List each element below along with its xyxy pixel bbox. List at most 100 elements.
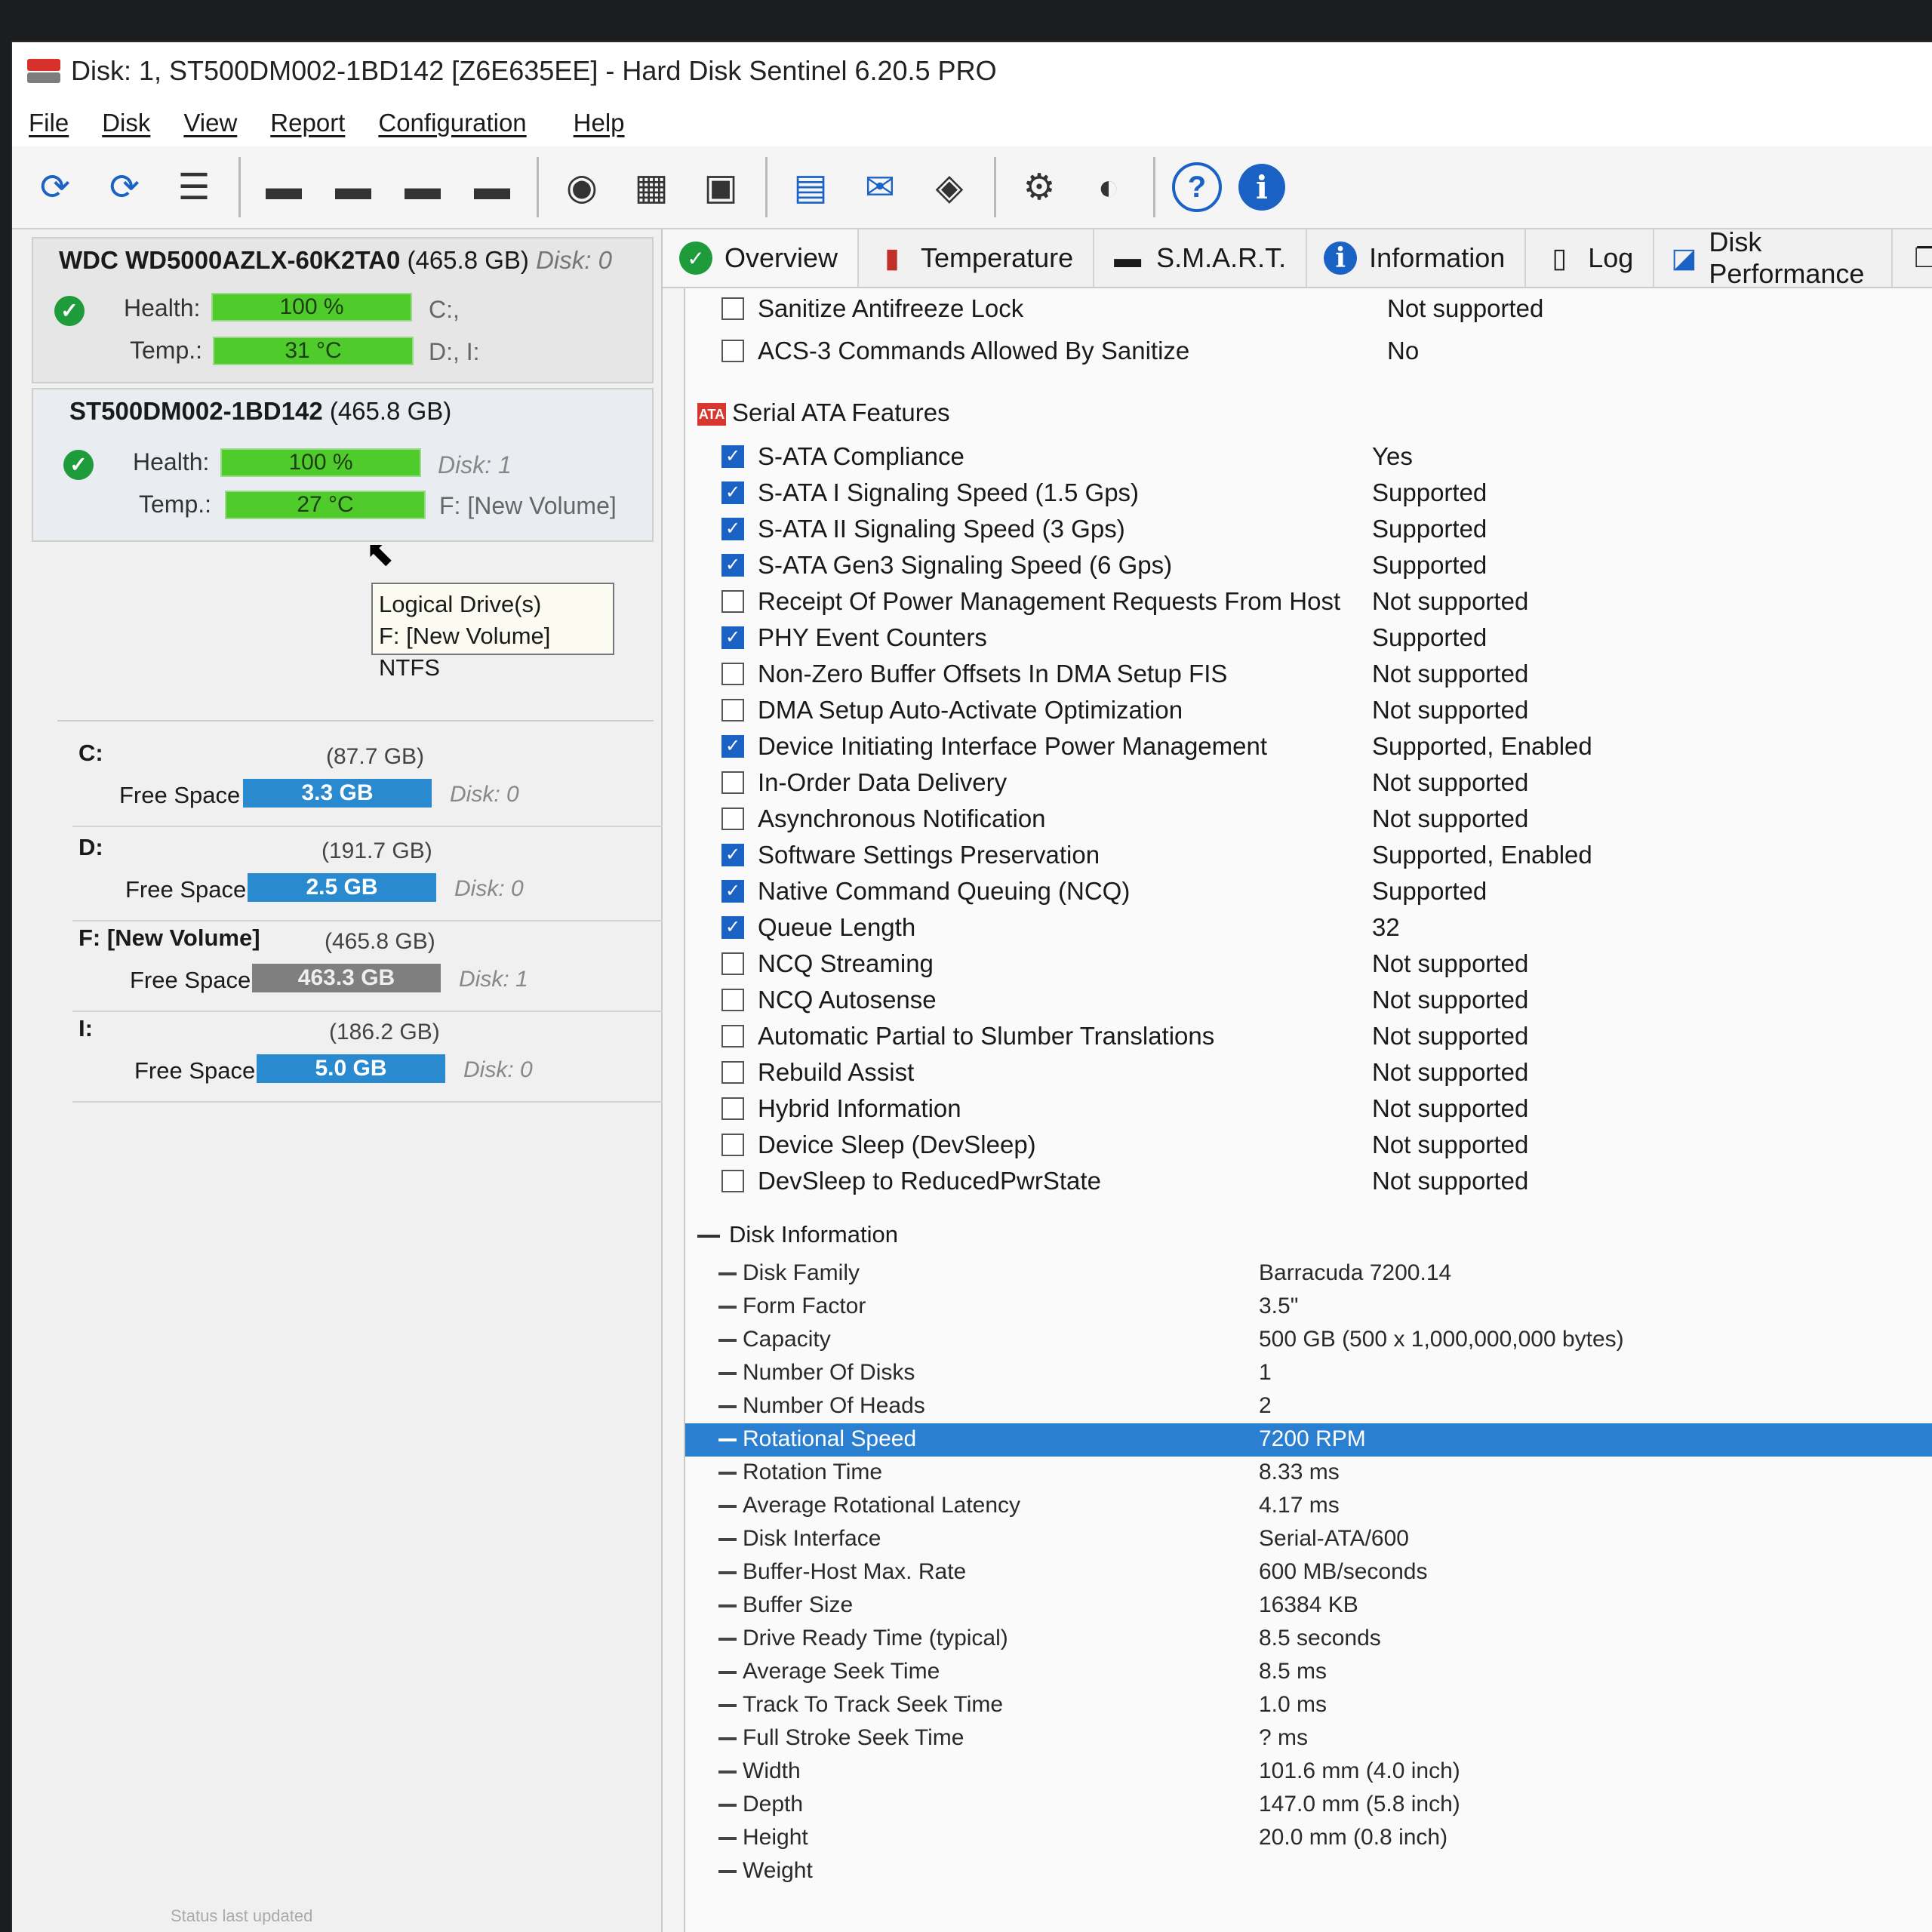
disk-list-icon[interactable]: ☰ [168,161,220,214]
disk-info-row[interactable]: Height 20.0 mm (0.8 inch) [685,1822,1932,1855]
checkbox-unchecked[interactable] [721,1134,744,1156]
disk-info-row[interactable]: Buffer Size 16384 KB [685,1589,1932,1623]
feature-row[interactable]: Rebuild Assist Not supported [685,1055,1932,1094]
sound-icon[interactable]: ◐ [1082,161,1135,214]
checkbox-unchecked[interactable] [721,989,744,1011]
feature-row[interactable]: Non-Zero Buffer Offsets In DMA Setup FIS… [685,657,1932,696]
feature-row[interactable]: ✓ S-ATA Compliance Yes [685,439,1932,478]
tab-overview[interactable]: ✓ Overview [663,229,860,287]
checkbox-unchecked[interactable] [721,1097,744,1120]
menu-file[interactable]: File [29,109,69,137]
tab-more[interactable]: ❐ [1893,229,1932,287]
volume-row-d[interactable]: D: (191.7 GB) Free Space 2.5 GB Disk: 0 [72,829,669,921]
disk-tools-icon[interactable]: ▬ [257,161,310,214]
feature-row[interactable]: In-Order Data Delivery Not supported [685,765,1932,804]
report-icon[interactable]: ▤ [784,161,837,214]
checkbox-unchecked[interactable] [721,590,744,613]
backup-icon[interactable]: ◉ [555,161,608,214]
checkbox-unchecked[interactable] [721,297,744,320]
disk-info-row[interactable]: Disk Interface Serial-ATA/600 [685,1523,1932,1556]
disk-info-row[interactable]: Rotation Time 8.33 ms [685,1457,1932,1490]
network-icon[interactable]: ▦ [625,161,678,214]
web-icon[interactable]: ◈ [923,161,976,214]
menu-help[interactable]: Help [574,109,625,137]
tab-disk-performance[interactable]: ◪ Disk Performance [1654,226,1894,289]
disk-info-row[interactable]: Capacity 500 GB (500 x 1,000,000,000 byte… [685,1324,1932,1357]
disk-schedule-icon[interactable]: ▬ [327,161,380,214]
disk-info-row[interactable]: Full Stroke Seek Time ? ms [685,1722,1932,1755]
disk-info-row[interactable]: Track To Track Seek Time 1.0 ms [685,1689,1932,1722]
menu-view[interactable]: View [183,109,237,137]
checkbox-unchecked[interactable] [721,340,744,362]
disk-info-row[interactable]: Drive Ready Time (typical) 8.5 seconds [685,1623,1932,1656]
feature-row[interactable]: Automatic Partial to Slumber Translation… [685,1019,1932,1058]
feature-row[interactable]: ✓ S-ATA Gen3 Signaling Speed (6 Gps) Suppo… [685,548,1932,587]
disk-card-0[interactable]: WDC WD5000AZLX-60K2TA0 (465.8 GB) Disk: … [32,237,654,383]
feature-row[interactable]: NCQ Autosense Not supported [685,983,1932,1022]
checkbox-checked[interactable]: ✓ [721,626,744,649]
feature-row[interactable]: NCQ Streaming Not supported [685,946,1932,986]
feature-row[interactable]: ✓ S-ATA I Signaling Speed (1.5 Gps) Suppor… [685,475,1932,515]
checkbox-unchecked[interactable] [721,808,744,830]
checkbox-checked[interactable]: ✓ [721,554,744,577]
checkbox-unchecked[interactable] [721,1025,744,1048]
feature-row[interactable]: Hybrid Information Not supported [685,1091,1932,1131]
feature-row[interactable]: Sanitize Antifreeze Lock Not supported [685,291,1932,331]
disk-info-row[interactable]: Weight [685,1855,1932,1888]
volume-row-i[interactable]: I: (186.2 GB) Free Space 5.0 GB Disk: 0 [72,1011,669,1103]
disk-ok-icon[interactable]: ▬ [396,161,449,214]
menu-report[interactable]: Report [270,109,345,137]
refresh-alert-icon[interactable]: ⟳ [98,161,151,214]
checkbox-checked[interactable]: ✓ [721,735,744,758]
menu-configuration[interactable]: Configuration [378,109,526,137]
settings-gear-icon[interactable]: ⚙ [1013,161,1066,214]
feature-row[interactable]: Asynchronous Notification Not supported [685,801,1932,841]
checkbox-checked[interactable]: ✓ [721,445,744,468]
checkbox-unchecked[interactable] [721,1061,744,1084]
tab-log[interactable]: ▯ Log [1526,229,1655,287]
disk-search-icon[interactable]: ▬ [466,161,518,214]
feature-row[interactable]: ✓ Queue Length 32 [685,910,1932,949]
tab-smart[interactable]: ▬ S.M.A.R.T. [1094,229,1308,287]
feature-row[interactable]: ✓ Device Initiating Interface Power Manag… [685,729,1932,768]
feature-row[interactable]: ✓ Software Settings Preservation Supported… [685,838,1932,877]
disk-info-row[interactable]: Average Rotational Latency 4.17 ms [685,1490,1932,1523]
disk-card-1[interactable]: ST500DM002-1BD142 (465.8 GB) ✓ Health: 1… [32,388,654,542]
feature-row[interactable]: DMA Setup Auto-Activate Optimization Not … [685,693,1932,732]
feature-row[interactable]: DevSleep to ReducedPwrState Not supported [685,1164,1932,1203]
volume-row-c[interactable]: C: (87.7 GB) Free Space 3.3 GB Disk: 0 [72,735,669,827]
checkbox-checked[interactable]: ✓ [721,916,744,939]
checkbox-unchecked[interactable] [721,1170,744,1192]
checkbox-checked[interactable]: ✓ [721,481,744,504]
checkbox-checked[interactable]: ✓ [721,880,744,903]
feature-row[interactable]: ✓ Native Command Queuing (NCQ) Supported [685,874,1932,913]
disk-info-row[interactable]: Average Seek Time 8.5 ms [685,1656,1932,1689]
email-icon[interactable]: ✉ [854,161,906,214]
help-icon[interactable]: ? [1172,162,1222,212]
checkbox-unchecked[interactable] [721,663,744,685]
disk-info-row[interactable]: Form Factor 3.5" [685,1291,1932,1324]
disk-info-row[interactable]: Buffer-Host Max. Rate 600 MB/seconds [685,1556,1932,1589]
feature-row[interactable]: ACS-3 Commands Allowed By Sanitize No [685,334,1932,373]
checkbox-checked[interactable]: ✓ [721,518,744,540]
disk-info-row[interactable]: Number Of Disks 1 [685,1357,1932,1390]
feature-row[interactable]: ✓ S-ATA II Signaling Speed (3 Gps) Support… [685,512,1932,551]
disk-information-header[interactable]: Disk Information [697,1221,898,1248]
disk-info-row[interactable]: Number Of Heads 2 [685,1390,1932,1423]
disk-info-row[interactable]: Width 101.6 mm (4.0 inch) [685,1755,1932,1789]
disk-info-row[interactable]: Depth 147.0 mm (5.8 inch) [685,1789,1932,1822]
refresh-icon[interactable]: ⟳ [29,161,82,214]
print-icon[interactable]: ▣ [694,161,747,214]
menu-disk[interactable]: Disk [102,109,150,137]
feature-row[interactable]: Device Sleep (DevSleep) Not supported [685,1128,1932,1167]
feature-row[interactable]: ✓ PHY Event Counters Supported [685,620,1932,660]
volume-row-f[interactable]: F: [New Volume] (465.8 GB) Free Space 46… [72,920,669,1012]
checkbox-unchecked[interactable] [721,699,744,721]
info-icon[interactable]: i [1238,164,1285,211]
checkbox-unchecked[interactable] [721,771,744,794]
tab-information[interactable]: i Information [1307,229,1527,287]
feature-row[interactable]: Receipt Of Power Management Requests Fro… [685,584,1932,623]
disk-info-row[interactable]: Disk Family Barracuda 7200.14 [685,1257,1932,1291]
disk-info-row-selected[interactable]: Rotational Speed 7200 RPM [685,1423,1932,1457]
checkbox-unchecked[interactable] [721,952,744,975]
